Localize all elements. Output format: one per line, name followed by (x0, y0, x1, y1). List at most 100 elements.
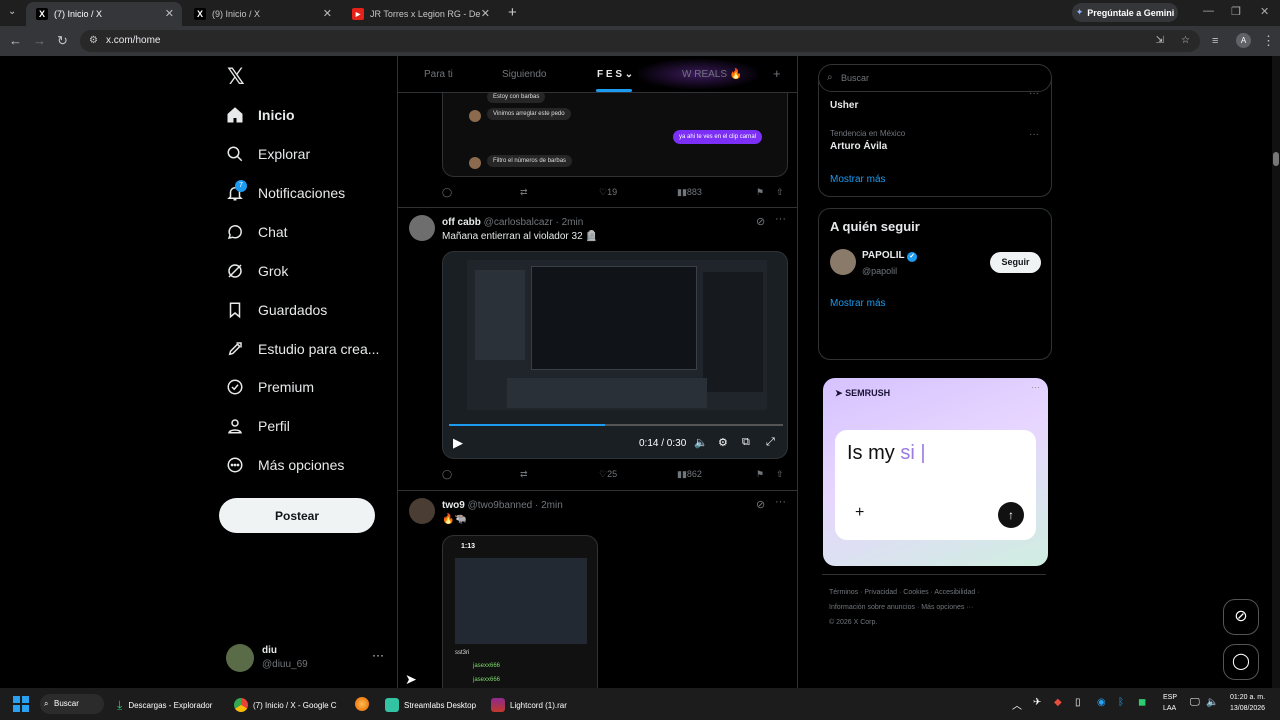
sidebar-item-premium[interactable]: Premium (226, 378, 314, 396)
sidebar-item-mas-opciones[interactable]: Más opciones (226, 456, 344, 474)
tweet-time[interactable]: · 2min (556, 217, 584, 228)
back-icon[interactable]: ← (9, 34, 22, 48)
taskbar-app-explorer[interactable]: ⤓ Descargas - Explorador (117, 698, 212, 713)
reload-icon[interactable]: ↻ (57, 34, 68, 48)
trend-name[interactable]: Usher (830, 100, 858, 111)
windows-start-icon[interactable] (13, 696, 29, 712)
scrollbar-thumb[interactable] (1273, 152, 1279, 166)
sidebar-item-notificaciones[interactable]: 7 Notificaciones (226, 180, 345, 202)
tab-fes[interactable]: F E S ⌄ (597, 69, 633, 80)
author-name[interactable]: off cabb (442, 217, 481, 228)
chat-fab[interactable]: ◯ (1223, 644, 1259, 680)
tray-icon[interactable]: ◼ (1138, 697, 1146, 708)
new-tab-button[interactable]: + (508, 4, 517, 21)
more-icon[interactable]: ··· (775, 213, 786, 225)
volume-icon[interactable]: 🔈 (1206, 697, 1218, 708)
tweet-image[interactable]: 1:13 sst3ri jasexx666 jasexx666 (442, 535, 598, 688)
volume-icon[interactable]: 🔈 (694, 436, 708, 449)
bookmark-star-icon[interactable]: ☆ (1181, 30, 1190, 52)
tweet-1[interactable]: Estoy con barbas Vinimos arreglar este p… (398, 93, 798, 208)
like-button[interactable]: ♡ 25 (599, 469, 617, 480)
grok-icon[interactable]: ⊘ (756, 498, 765, 511)
taskbar-app-chrome[interactable]: (7) Inicio / X - Google C (234, 698, 337, 712)
tray-icon[interactable]: ▯ (1075, 697, 1081, 708)
ad-input-card[interactable]: Is my si | + ↑ (835, 430, 1036, 540)
gemini-button[interactable]: ✦ Pregúntale a Gemini (1072, 3, 1178, 22)
close-tab-icon[interactable]: ✕ (481, 7, 490, 20)
semrush-ad[interactable]: ➤ SEMRUSH ··· Is my si | + ↑ (823, 378, 1048, 566)
sidebar-item-explorar[interactable]: Explorar (226, 145, 310, 163)
language-indicator[interactable]: ESP (1163, 694, 1177, 701)
reply-icon[interactable]: ◯ (442, 469, 452, 480)
forward-icon[interactable]: → (33, 34, 46, 48)
tray-icon[interactable]: ◉ (1097, 697, 1106, 708)
taskbar-search[interactable]: ⌕ Buscar (40, 694, 104, 714)
like-button[interactable]: ♡ 19 (599, 187, 617, 198)
bluetooth-icon[interactable]: ᛒ (1118, 697, 1124, 708)
sidebar-item-inicio[interactable]: Inicio (226, 106, 295, 124)
network-icon[interactable]: 🖵 (1190, 697, 1200, 708)
follow-button[interactable]: Seguir (990, 252, 1041, 273)
taskbar-app-streamlabs[interactable]: Streamlabs Desktop (385, 698, 476, 712)
ad-more-icon[interactable]: ··· (1031, 382, 1040, 392)
reply-icon[interactable]: ◯ (442, 187, 452, 198)
follow-name[interactable]: PAPOLIL ✓ (862, 250, 918, 262)
avatar[interactable] (409, 215, 435, 241)
account-switcher[interactable]: diu @diuu_69 ··· (226, 642, 386, 674)
avatar[interactable] (830, 249, 856, 275)
browser-tab-3[interactable]: ▶ JR Torres x Legion RG - De Hech ✕ (342, 2, 498, 26)
add-tab-icon[interactable]: + (773, 66, 781, 81)
fullscreen-icon[interactable]: ⤢ (766, 436, 775, 449)
tray-icon[interactable]: ◆ (1054, 697, 1062, 708)
sidebar-item-chat[interactable]: Chat (226, 223, 288, 241)
maximize-button[interactable]: ❐ (1231, 5, 1241, 18)
x-logo[interactable]: 𝕏 (227, 65, 245, 90)
post-button[interactable]: Postear (219, 498, 375, 533)
taskbar-app-lightcord[interactable]: Lightcord (1).rar (491, 698, 567, 712)
views-button[interactable]: ▮▮ 883 (677, 187, 702, 198)
sidebar-item-estudio[interactable]: Estudio para crea... (226, 340, 379, 358)
scrollbar[interactable] (1272, 56, 1280, 688)
install-icon[interactable]: ⇲ (1156, 30, 1164, 52)
browser-tab-2[interactable]: X (9) Inicio / X ✕ (184, 2, 340, 26)
firefox-icon[interactable] (355, 697, 369, 711)
grok-fab[interactable]: ⊘ (1223, 599, 1259, 635)
sidebar-item-perfil[interactable]: Perfil (226, 417, 290, 435)
author-name[interactable]: two9 (442, 500, 465, 511)
pip-icon[interactable]: ⧉ (742, 436, 750, 449)
settings-icon[interactable]: ⚙ (718, 436, 728, 449)
address-bar[interactable]: ⚙ x.com/home ⇲ ☆ (80, 30, 1200, 52)
bookmark-icon[interactable]: ⚑ (756, 469, 764, 480)
browser-menu-icon[interactable]: ⋮ (1262, 34, 1275, 48)
avatar[interactable] (409, 498, 435, 524)
footer-links[interactable]: Términos · Privacidad · Cookies · Accesi… (829, 589, 980, 596)
tab-search-button[interactable]: ⌄ (8, 6, 16, 17)
author-handle[interactable]: @two9banned (468, 500, 533, 511)
play-icon[interactable]: ▶ (453, 435, 463, 451)
follow-handle[interactable]: @papolil (862, 266, 897, 276)
author-handle[interactable]: @carlosbalcazr (484, 217, 553, 228)
sidebar-item-grok[interactable]: Grok (226, 262, 288, 280)
tweet-2[interactable]: off cabb @carlosbalcazr · 2min ⊘ ··· Mañ… (398, 208, 798, 491)
sidebar-item-guardados[interactable]: Guardados (226, 301, 327, 319)
profile-avatar[interactable]: A (1236, 33, 1251, 48)
footer-links[interactable]: Información sobre anuncios · Más opcione… (829, 604, 973, 611)
account-more-icon[interactable]: ··· (372, 648, 384, 662)
share-icon[interactable]: ⇧ (776, 187, 784, 198)
minimize-button[interactable]: — (1203, 5, 1214, 17)
site-info-icon[interactable]: ⚙ (89, 30, 98, 52)
tweet-1-image[interactable]: Estoy con barbas Vinimos arreglar este p… (442, 93, 788, 177)
repost-icon[interactable]: ⇄ (520, 469, 528, 480)
close-tab-icon[interactable]: ✕ (323, 7, 332, 20)
clock-time[interactable]: 01:20 a. m. (1230, 694, 1265, 701)
trend-name[interactable]: Arturo Ávila (830, 141, 887, 152)
tab-menu-icon[interactable]: ≡ (1212, 34, 1218, 48)
more-icon[interactable]: ··· (775, 496, 786, 508)
ad-send-button[interactable]: ↑ (998, 502, 1024, 528)
tray-icon[interactable]: ✈ (1033, 697, 1041, 708)
repost-icon[interactable]: ⇄ (520, 187, 528, 198)
close-window-button[interactable]: ✕ (1260, 5, 1269, 18)
tweet-3[interactable]: two9 @two9banned · 2min ⊘ ··· 🔥🐃 1:13 ss… (398, 491, 798, 688)
show-more-link[interactable]: Mostrar más (830, 174, 886, 185)
tab-para-ti[interactable]: Para ti (424, 69, 453, 80)
